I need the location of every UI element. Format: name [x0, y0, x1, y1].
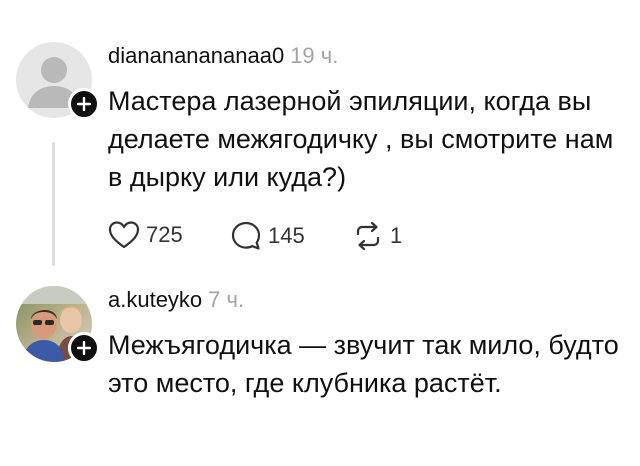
post-1-header: dianananananaa0 19 ч. [108, 42, 338, 70]
comment-button[interactable]: 145 [230, 220, 305, 252]
username[interactable]: a.kuteyko [108, 287, 202, 312]
follow-button[interactable] [68, 88, 100, 120]
post-2-avatar-wrap[interactable] [16, 286, 100, 364]
timestamp: 7 ч. [208, 287, 245, 312]
post-text: Межъягодичка — звучит так мило, будто эт… [108, 330, 619, 398]
plus-icon [77, 97, 91, 111]
timestamp: 19 ч. [290, 43, 339, 68]
plus-icon [77, 341, 91, 355]
post-text: Мастера лазерной эпиляции, когда вы дела… [108, 86, 614, 192]
repost-button[interactable]: 1 [352, 220, 402, 252]
follow-button[interactable] [68, 332, 100, 364]
heart-icon [108, 221, 140, 249]
like-button[interactable]: 725 [108, 220, 183, 250]
repost-icon [356, 221, 380, 251]
post-2-header: a.kuteyko 7 ч. [108, 286, 244, 314]
repost-count: 1 [390, 223, 403, 248]
username[interactable]: dianananananaa0 [108, 43, 284, 68]
comment-count: 145 [268, 223, 305, 248]
post-1-avatar-wrap[interactable] [16, 42, 100, 120]
comment-bubble-icon [231, 221, 261, 250]
like-count: 725 [146, 222, 183, 247]
thread-line [52, 142, 55, 266]
